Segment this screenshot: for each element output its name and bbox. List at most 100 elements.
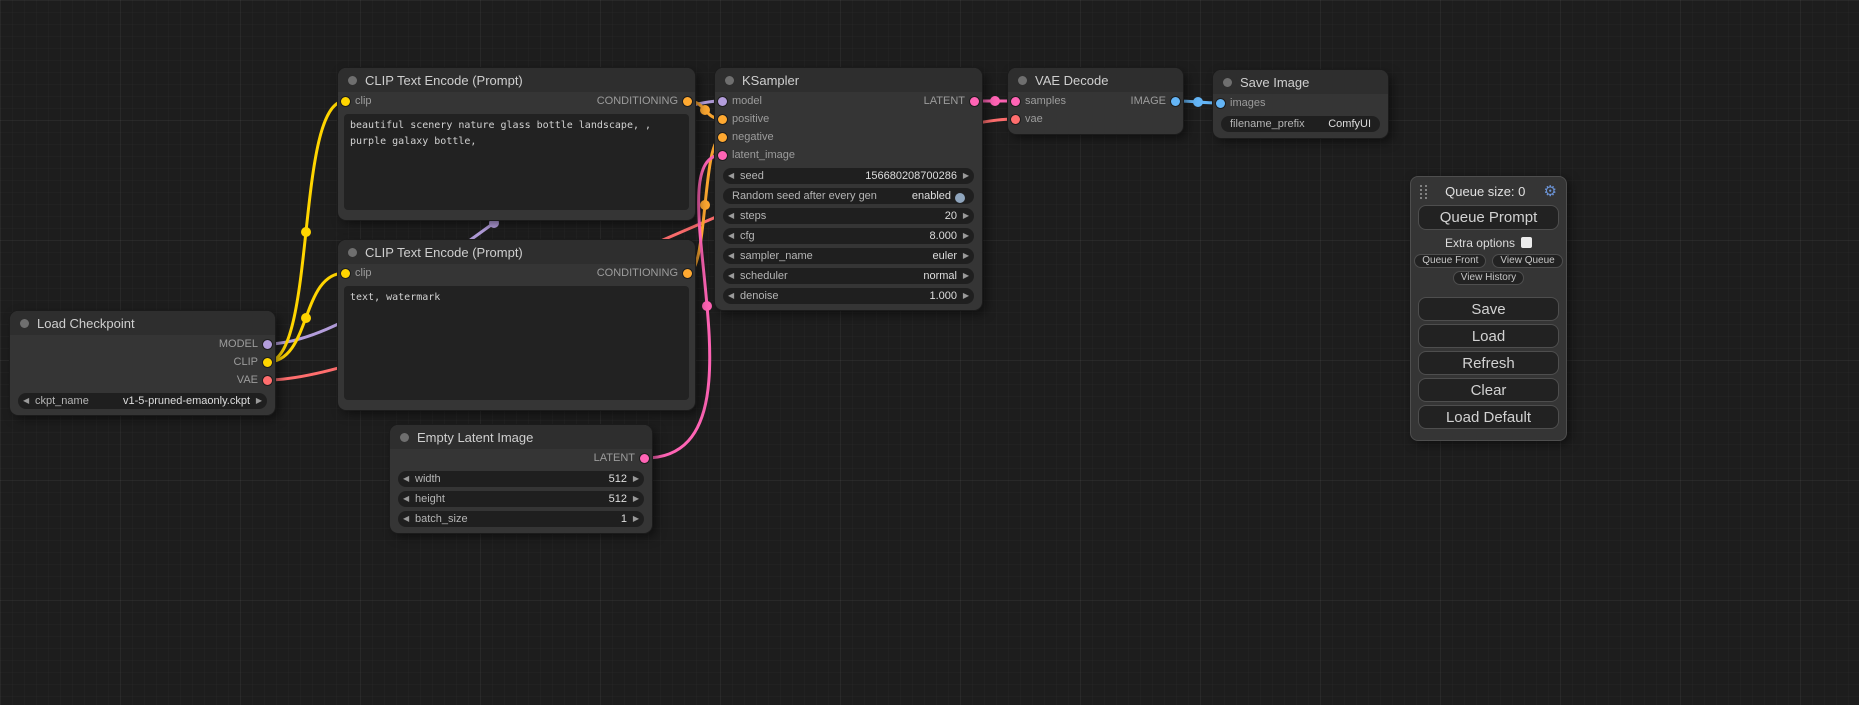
toggle-indicator-icon[interactable]	[955, 193, 965, 203]
node-title-bar[interactable]: KSampler	[715, 68, 982, 92]
collapse-dot-icon[interactable]	[725, 76, 734, 85]
drag-handle-icon[interactable]	[1420, 184, 1427, 199]
widget-cfg[interactable]: cfg 8.000	[723, 228, 974, 244]
node-save-image[interactable]: Save Image images filename_prefix ComfyU…	[1213, 70, 1388, 138]
decrement-arrow-icon[interactable]	[403, 471, 409, 487]
widget-sampler-name[interactable]: sampler_name euler	[723, 248, 974, 264]
widget-denoise[interactable]: denoise 1.000	[723, 288, 974, 304]
decrement-arrow-icon[interactable]	[728, 208, 734, 224]
clear-button[interactable]: Clear	[1418, 378, 1559, 402]
input-slot-negative[interactable]	[718, 133, 727, 142]
widget-random-seed-toggle[interactable]: Random seed after every gen enabled	[723, 188, 974, 204]
output-label-model: MODEL	[219, 335, 258, 353]
input-slot-model[interactable]	[718, 97, 727, 106]
node-load-checkpoint[interactable]: Load Checkpoint MODEL CLIP VAE ckpt_name…	[10, 311, 275, 415]
widget-filename-prefix[interactable]: filename_prefix ComfyUI	[1221, 116, 1380, 132]
load-button[interactable]: Load	[1418, 324, 1559, 348]
settings-gear-icon[interactable]	[1544, 184, 1557, 199]
collapse-dot-icon[interactable]	[20, 319, 29, 328]
combo-next-arrow-icon[interactable]	[256, 393, 262, 409]
extra-options-checkbox[interactable]	[1521, 237, 1532, 248]
output-slot-clip[interactable]	[263, 358, 272, 367]
increment-arrow-icon[interactable]	[963, 168, 969, 184]
node-title: CLIP Text Encode (Prompt)	[365, 73, 523, 88]
collapse-dot-icon[interactable]	[1223, 78, 1232, 87]
increment-arrow-icon[interactable]	[963, 208, 969, 224]
queue-prompt-button[interactable]: Queue Prompt	[1418, 205, 1559, 230]
increment-arrow-icon[interactable]	[633, 471, 639, 487]
input-slot-positive[interactable]	[718, 115, 727, 124]
input-label-latent-image: latent_image	[732, 146, 795, 164]
prompt-textarea[interactable]: beautiful scenery nature glass bottle la…	[344, 114, 689, 210]
node-title-bar[interactable]: VAE Decode	[1008, 68, 1183, 92]
input-slot-clip[interactable]	[341, 269, 350, 278]
node-ksampler[interactable]: KSampler model LATENT positive negative …	[715, 68, 982, 310]
widget-label: denoise	[740, 288, 779, 304]
widget-width[interactable]: width 512	[398, 471, 644, 487]
input-slot-vae[interactable]	[1011, 115, 1020, 124]
widget-height[interactable]: height 512	[398, 491, 644, 507]
node-title-bar[interactable]: Empty Latent Image	[390, 425, 652, 449]
input-slot-images[interactable]	[1216, 99, 1225, 108]
view-queue-button[interactable]: View Queue	[1492, 254, 1562, 268]
widget-label: sampler_name	[740, 248, 813, 264]
refresh-button[interactable]: Refresh	[1418, 351, 1559, 375]
collapse-dot-icon[interactable]	[1018, 76, 1027, 85]
widget-seed[interactable]: seed 156680208700286	[723, 168, 974, 184]
output-slot-image[interactable]	[1171, 97, 1180, 106]
queue-front-button[interactable]: Queue Front	[1414, 254, 1486, 268]
link-midpoint-dot	[301, 227, 311, 237]
prompt-textarea[interactable]: text, watermark	[344, 286, 689, 400]
decrement-arrow-icon[interactable]	[403, 491, 409, 507]
input-label-vae: vae	[1025, 110, 1043, 128]
widget-steps[interactable]: steps 20	[723, 208, 974, 224]
output-slot-vae[interactable]	[263, 376, 272, 385]
input-label-negative: negative	[732, 128, 774, 146]
input-slot-samples[interactable]	[1011, 97, 1020, 106]
increment-arrow-icon[interactable]	[963, 288, 969, 304]
decrement-arrow-icon[interactable]	[728, 288, 734, 304]
node-title-bar[interactable]: CLIP Text Encode (Prompt)	[338, 68, 695, 92]
output-slot-conditioning[interactable]	[683, 97, 692, 106]
combo-prev-arrow-icon[interactable]	[728, 248, 734, 264]
widget-ckpt-name[interactable]: ckpt_name v1-5-pruned-emaonly.ckpt	[18, 393, 267, 409]
output-slot-latent[interactable]	[640, 454, 649, 463]
save-button[interactable]: Save	[1418, 297, 1559, 321]
decrement-arrow-icon[interactable]	[728, 168, 734, 184]
output-slot-conditioning[interactable]	[683, 269, 692, 278]
combo-prev-arrow-icon[interactable]	[23, 393, 29, 409]
node-title-bar[interactable]: Load Checkpoint	[10, 311, 275, 335]
node-clip-text-encode-positive[interactable]: CLIP Text Encode (Prompt) clip CONDITION…	[338, 68, 695, 220]
output-slot-model[interactable]	[263, 340, 272, 349]
link-midpoint-dot	[990, 96, 1000, 106]
increment-arrow-icon[interactable]	[633, 491, 639, 507]
slot-row: clip CONDITIONING	[338, 264, 695, 282]
widget-scheduler[interactable]: scheduler normal	[723, 268, 974, 284]
collapse-dot-icon[interactable]	[348, 248, 357, 257]
graph-canvas[interactable]: Load Checkpoint MODEL CLIP VAE ckpt_name…	[0, 0, 1859, 705]
input-label-images: images	[1230, 94, 1265, 112]
load-default-button[interactable]: Load Default	[1418, 405, 1559, 429]
input-slot-clip[interactable]	[341, 97, 350, 106]
widget-batch-size[interactable]: batch_size 1	[398, 511, 644, 527]
widget-label: height	[415, 491, 445, 507]
slot-row: samples IMAGE	[1008, 92, 1183, 110]
node-clip-text-encode-negative[interactable]: CLIP Text Encode (Prompt) clip CONDITION…	[338, 240, 695, 410]
decrement-arrow-icon[interactable]	[403, 511, 409, 527]
widget-value: euler	[933, 248, 957, 264]
view-history-button[interactable]: View History	[1453, 271, 1524, 285]
combo-next-arrow-icon[interactable]	[963, 268, 969, 284]
output-slot-latent[interactable]	[970, 97, 979, 106]
collapse-dot-icon[interactable]	[400, 433, 409, 442]
combo-next-arrow-icon[interactable]	[963, 248, 969, 264]
node-vae-decode[interactable]: VAE Decode samples IMAGE vae	[1008, 68, 1183, 134]
node-empty-latent-image[interactable]: Empty Latent Image LATENT width 512 heig…	[390, 425, 652, 533]
increment-arrow-icon[interactable]	[963, 228, 969, 244]
input-slot-latent-image[interactable]	[718, 151, 727, 160]
collapse-dot-icon[interactable]	[348, 76, 357, 85]
increment-arrow-icon[interactable]	[633, 511, 639, 527]
node-title-bar[interactable]: CLIP Text Encode (Prompt)	[338, 240, 695, 264]
combo-prev-arrow-icon[interactable]	[728, 268, 734, 284]
node-title-bar[interactable]: Save Image	[1213, 70, 1388, 94]
decrement-arrow-icon[interactable]	[728, 228, 734, 244]
